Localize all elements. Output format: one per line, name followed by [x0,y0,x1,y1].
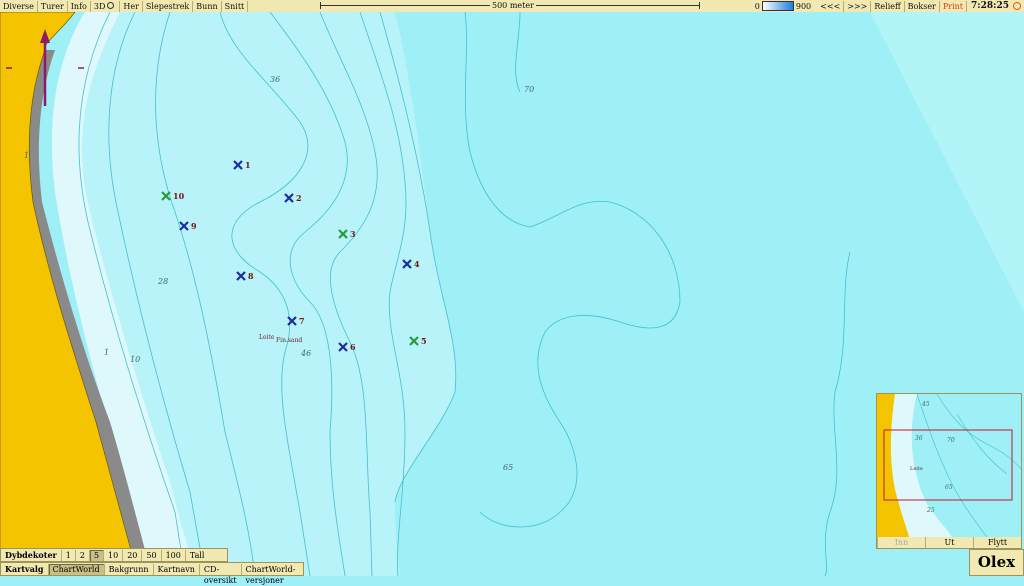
minimap-place-label: Leite [910,466,923,472]
menu-3d[interactable]: 3D [91,0,121,12]
dybdekoter-option[interactable]: 1 [60,549,75,561]
dybdekoter-label: Dybdekoter [5,550,57,560]
scale-tick [320,2,321,9]
depth-label: 28 [157,277,168,286]
minimap-label: 65 [945,484,953,491]
depth-label: 65 [503,463,513,472]
place-label: Fin.sand [276,337,302,344]
kartvalg-option[interactable]: ChartWorld-versjoner [240,563,303,585]
kartvalg-option-selected[interactable]: ChartWorld [47,563,104,575]
waypoint-label: 10 [173,191,185,201]
minimap-buttons: Inn Ut Flytt [877,537,1021,548]
dybdekoter-option-selected[interactable]: 5 [88,549,104,561]
waypoint-label: 4 [414,259,420,269]
waypoint-label: 8 [248,271,254,281]
olex-logo: Olex [969,549,1024,576]
minimap-zoom-out-button[interactable]: Ut [925,537,973,548]
nav-forward-button[interactable]: >>> [844,0,872,12]
menu-info[interactable]: Info [68,0,91,12]
dybdekoter-option[interactable]: 20 [122,549,141,561]
waypoint-label: 6 [350,342,356,352]
waypoint-label: 1 [245,160,251,170]
bottom-panels: Dybdekoter 1 2 5 10 20 50 100 Tall Kartv… [0,548,304,585]
waypoint-label: 9 [191,221,197,231]
menu-3d-label: 3D [93,1,106,11]
waypoint-label: 7 [299,316,305,326]
depth-max: 900 [795,1,812,11]
bokser-button[interactable]: Bokser [905,0,940,12]
right-tools: 0 900 <<< >>> Relieff Bokser Print 7:28:… [755,0,1024,12]
minimap-chart[interactable]: 45 36 70 25 65 Leite [877,393,1022,538]
dybdekoter-option[interactable]: Tall [184,549,209,561]
kartvalg-label: Kartvalg [5,564,44,574]
dybdekoter-bar: Dybdekoter 1 2 5 10 20 50 100 Tall [0,548,228,562]
target-icon [107,1,115,9]
overview-minimap[interactable]: 45 36 70 25 65 Leite Inn Ut Flytt [876,393,1022,549]
kartvalg-option[interactable]: Bakgrunn [103,563,153,575]
scale-bar: 500 meter [320,0,700,12]
scale-label: 500 meter [490,0,536,11]
place-label: Leite [259,334,275,341]
menu-snitt[interactable]: Snitt [222,0,249,12]
depth-label: 1 [24,151,29,160]
chart-map[interactable]: 36 70 1 28 1 10 46 65 Leite Fin.sand 123… [0,12,1024,576]
waypoint-label: 5 [421,336,427,346]
menu-bunn[interactable]: Bunn [193,0,222,12]
print-button[interactable]: Print [940,0,968,12]
depth-label: 36 [270,75,280,84]
menu-her[interactable]: Her [120,0,143,12]
kartvalg-option[interactable]: Kartnavn [152,563,199,575]
minimap-move-button[interactable]: Flytt [973,537,1021,548]
nav-back-button[interactable]: <<< [817,0,845,12]
clock: 7:28:25 [971,1,1009,11]
depth-label: 46 [300,349,311,358]
relieff-button[interactable]: Relieff [871,0,905,12]
minimap-label: 70 [947,437,955,444]
dybdekoter-option[interactable]: 10 [103,549,122,561]
kartvalg-option[interactable]: CD-oversikt [198,563,241,585]
menu-turer[interactable]: Turer [38,0,68,12]
kartvalg-bar: Kartvalg ChartWorld Bakgrunn Kartnavn CD… [0,562,304,585]
menu-slepestrek[interactable]: Slepestrek [143,0,194,12]
depth-color-scale[interactable] [761,1,794,11]
waypoint-label: 3 [350,229,356,239]
minimap-label: 36 [915,435,923,442]
menu-diverse[interactable]: Diverse [0,0,38,12]
dybdekoter-option[interactable]: 50 [141,549,160,561]
gps-icon[interactable] [1013,2,1021,10]
scale-tick [699,2,700,9]
depth-min: 0 [754,1,760,11]
minimap-label: 45 [921,401,930,408]
minimap-zoom-in-button[interactable]: Inn [877,537,925,548]
waypoint-label: 2 [296,193,302,203]
minimap-label: 25 [926,507,935,514]
depth-label: 10 [130,355,140,364]
dybdekoter-option[interactable]: 2 [74,549,89,561]
depth-label: 1 [104,348,109,357]
dybdekoter-option[interactable]: 100 [160,549,185,561]
depth-label: 70 [524,85,534,94]
